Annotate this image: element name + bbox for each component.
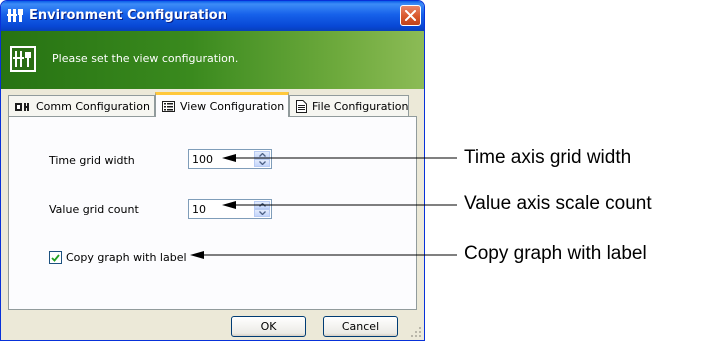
config-icon [10,46,36,72]
tool-icon [7,9,23,22]
environment-configuration-dialog: Environment Configuration Please set the… [0,0,425,341]
spinner-down-button[interactable] [254,159,270,167]
copy-graph-label: Copy graph with label [66,251,187,264]
value-grid-count-value[interactable]: 10 [192,203,206,216]
chevron-down-icon [258,161,266,165]
comm-icon [15,102,29,111]
spinner-up-button[interactable] [254,151,270,159]
checkbox-box[interactable] [49,251,62,264]
time-grid-width-spinner[interactable]: 100 [188,149,272,169]
value-grid-count-label: Value grid count [49,203,139,216]
time-grid-width-value[interactable]: 100 [192,153,213,166]
chevron-down-icon [258,211,266,215]
callout-value-axis-scale-count: Value axis scale count [464,193,652,214]
tab-view-configuration[interactable]: View Configuration [155,92,289,117]
tab-comm-configuration[interactable]: Comm Configuration [8,95,155,117]
chevron-up-icon [258,153,266,157]
ok-button[interactable]: OK [231,316,306,337]
time-grid-width-label: Time grid width [49,154,135,167]
window-title: Environment Configuration [29,8,227,23]
resize-grip-icon[interactable] [411,327,422,338]
tab-label: Comm Configuration [36,100,150,113]
callout-time-axis-grid-width: Time axis grid width [464,147,632,168]
tab-label: File Configuration [312,100,409,113]
close-icon [405,10,416,21]
cancel-button[interactable]: Cancel [323,316,398,337]
callout-copy-graph-with-label: Copy graph with label [464,243,647,264]
document-icon [296,100,307,113]
close-button[interactable] [400,5,421,26]
list-icon [162,100,175,112]
copy-graph-checkbox[interactable]: Copy graph with label [49,251,187,264]
chevron-up-icon [258,203,266,207]
spinner-up-button[interactable] [254,201,270,209]
title-bar[interactable]: Environment Configuration [1,1,424,31]
spinner-buttons [254,151,270,167]
checkmark-icon [51,253,60,262]
value-grid-count-spinner[interactable]: 10 [188,199,272,219]
spinner-down-button[interactable] [254,209,270,217]
tab-label: View Configuration [180,99,285,113]
banner-message: Please set the view configuration. [52,52,239,65]
header-banner: Please set the view configuration. [1,31,424,89]
spinner-buttons [254,201,270,217]
tab-file-configuration[interactable]: File Configuration [289,95,409,117]
